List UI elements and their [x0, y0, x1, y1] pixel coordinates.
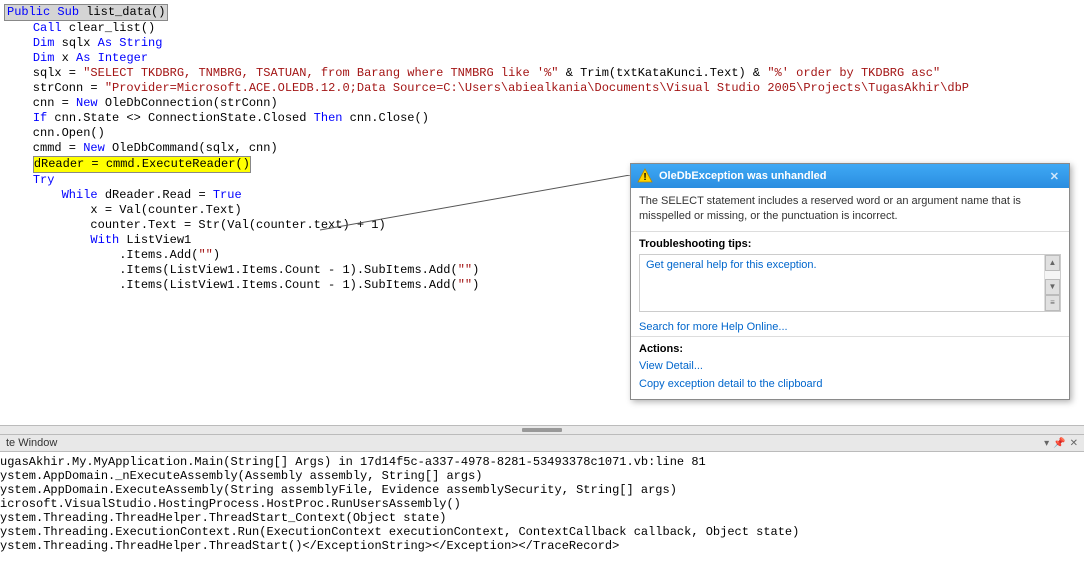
scroll-track[interactable] — [1045, 271, 1060, 279]
code-editor[interactable]: Public Sub list_data() Call clear_list()… — [0, 0, 1084, 425]
panel-title: te Window — [6, 437, 57, 449]
trace-line: ystem.Threading.ThreadHelper.ThreadStart… — [0, 511, 1084, 525]
panel-close-icon[interactable]: ✕ — [1070, 438, 1078, 449]
splitter-handle-icon — [522, 428, 562, 432]
current-exec-line: dReader = cmmd.ExecuteReader() — [33, 156, 251, 173]
search-online-link[interactable]: Search for more Help Online... — [631, 318, 1069, 336]
exception-message: The SELECT statement includes a reserved… — [639, 194, 1061, 225]
panel-title-bar: te Window ▾ 📌 ✕ — [0, 435, 1084, 452]
exception-header: ! OleDbException was unhandled ✕ — [631, 164, 1069, 188]
scroll-up-button[interactable]: ▲ — [1045, 255, 1060, 271]
tips-box: Get general help for this exception. ▲ ▼… — [639, 254, 1061, 312]
stack-trace[interactable]: ugasAkhir.My.MyApplication.Main(String[]… — [0, 452, 1084, 556]
exception-title: OleDbException was unhandled — [659, 170, 826, 182]
splitter[interactable] — [0, 425, 1084, 435]
panel-dropdown-icon[interactable]: ▾ — [1044, 438, 1049, 449]
tip-link[interactable]: Get general help for this exception. — [640, 255, 1060, 275]
panel-pin-icon[interactable]: 📌 — [1053, 438, 1065, 449]
output-panel: te Window ▾ 📌 ✕ ugasAkhir.My.MyApplicati… — [0, 435, 1084, 556]
trace-line: ugasAkhir.My.MyApplication.Main(String[]… — [0, 455, 1084, 469]
warning-icon: ! — [637, 168, 653, 184]
trace-line: icrosoft.VisualStudio.HostingProcess.Hos… — [0, 497, 1084, 511]
view-detail-link[interactable]: View Detail... — [631, 357, 1069, 375]
sub-declaration-box: Public Sub list_data() — [4, 4, 168, 21]
exception-popup: ! OleDbException was unhandled ✕ The SEL… — [630, 163, 1070, 400]
tips-scrollbar[interactable]: ▲ ▼ ≡ — [1044, 255, 1060, 311]
copy-detail-link[interactable]: Copy exception detail to the clipboard — [631, 375, 1069, 393]
svg-text:!: ! — [643, 172, 646, 183]
close-icon[interactable]: ✕ — [1046, 170, 1063, 183]
actions-title: Actions: — [631, 337, 1069, 357]
scroll-grip-icon: ≡ — [1045, 295, 1060, 311]
trace-line: ystem.AppDomain.ExecuteAssembly(String a… — [0, 483, 1084, 497]
scroll-down-button[interactable]: ▼ — [1045, 279, 1060, 295]
trace-line: ystem.Threading.ThreadHelper.ThreadStart… — [0, 539, 1084, 553]
tips-title: Troubleshooting tips: — [631, 232, 1069, 252]
trace-line: ystem.Threading.ExecutionContext.Run(Exe… — [0, 525, 1084, 539]
trace-line: ystem.AppDomain._nExecuteAssembly(Assemb… — [0, 469, 1084, 483]
